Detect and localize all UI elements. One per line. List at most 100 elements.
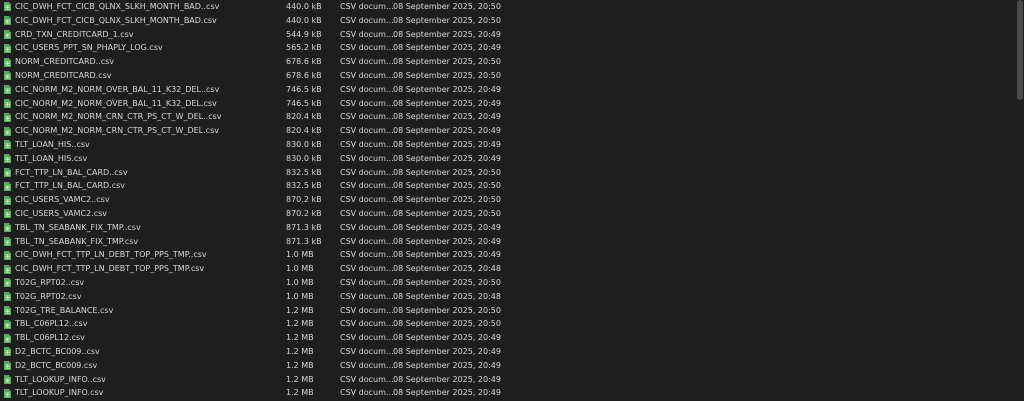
file-type: CSV docum… [340, 319, 393, 329]
file-row[interactable]: TLT_LOOKUP_INFO.csv 1.2 MB CSV docum… 08… [0, 386, 1014, 400]
spreadsheet-file-icon [4, 236, 11, 246]
file-modified: 08 September 2025, 20:50 [393, 195, 501, 205]
file-type: CSV docum… [340, 29, 393, 39]
file-name: FCT_TTP_LN_BAL_CARD.csv [15, 181, 126, 191]
file-type: CSV docum… [340, 360, 393, 370]
file-size: 1.0 MB [286, 291, 314, 301]
file-row[interactable]: TLT_LOAN_HIS..csv 830.0 kB CSV docum… 08… [0, 138, 1014, 152]
file-row[interactable]: CIC_USERS_PPT_SN_PHAPLY_LOG.csv 565.2 kB… [0, 41, 1014, 55]
file-modified: 08 September 2025, 20:49 [393, 250, 501, 260]
file-modified: 08 September 2025, 20:50 [393, 181, 501, 191]
file-row[interactable]: TLT_LOOKUP_INFO..csv 1.2 MB CSV docum… 0… [0, 373, 1014, 387]
file-row[interactable]: FCT_TTP_LN_BAL_CARD.csv 832.5 kB CSV doc… [0, 179, 1014, 193]
file-type: CSV docum… [340, 15, 393, 25]
file-type: CSV docum… [340, 374, 393, 384]
file-size: 544.9 kB [286, 29, 322, 39]
file-size: 1.2 MB [286, 388, 314, 398]
file-modified: 08 September 2025, 20:49 [393, 112, 501, 122]
file-modified: 08 September 2025, 20:50 [393, 319, 501, 329]
file-modified: 08 September 2025, 20:49 [393, 374, 501, 384]
file-row[interactable]: CIC_NORM_M2_NORM_OVER_BAL_11_K32_DEL.csv… [0, 97, 1014, 111]
file-type: CSV docum… [340, 333, 393, 343]
file-size: 1.2 MB [286, 374, 314, 384]
file-size: 440.0 kB [286, 2, 322, 11]
spreadsheet-file-icon [4, 209, 11, 219]
spreadsheet-file-icon [4, 43, 11, 53]
file-name: TLT_LOAN_HIS..csv [15, 139, 90, 149]
file-modified: 08 September 2025, 20:49 [393, 153, 501, 163]
file-row[interactable]: CIC_USERS_VAMC2..csv 870.2 kB CSV docum…… [0, 193, 1014, 207]
file-row[interactable]: D2_BCTC_BC009.csv 1.2 MB CSV docum… 08 S… [0, 359, 1014, 373]
file-type: CSV docum… [340, 305, 393, 315]
file-size: 832.5 kB [286, 167, 322, 177]
file-name: T02G_RPT02..csv [15, 277, 85, 287]
file-name: TBL_TN_SEABANK_FIX_TMP.csv [15, 236, 139, 246]
file-row[interactable]: D2_BCTC_BC009..csv 1.2 MB CSV docum… 08 … [0, 345, 1014, 359]
file-row[interactable]: TBL_TN_SEABANK_FIX_TMP.csv 871.3 kB CSV … [0, 235, 1014, 249]
file-row[interactable]: T02G_RPT02..csv 1.0 MB CSV docum… 08 Sep… [0, 276, 1014, 290]
file-name: CIC_USERS_VAMC2..csv [15, 195, 110, 205]
file-row[interactable]: FCT_TTP_LN_BAL_CARD..csv 832.5 kB CSV do… [0, 166, 1014, 180]
file-modified: 08 September 2025, 20:49 [393, 126, 501, 136]
file-type: CSV docum… [340, 139, 393, 149]
file-modified: 08 September 2025, 20:49 [393, 98, 501, 108]
file-row[interactable]: T02G_TRE_BALANCE.csv 1.2 MB CSV docum… 0… [0, 304, 1014, 318]
vertical-scrollbar[interactable] [1016, 0, 1024, 401]
file-row[interactable]: NORM_CREDITCARD.csv 678.6 kB CSV docum… … [0, 69, 1014, 83]
file-modified: 08 September 2025, 20:49 [393, 236, 501, 246]
file-type: CSV docum… [340, 181, 393, 191]
file-type: CSV docum… [340, 70, 393, 80]
file-name: TBL_TN_SEABANK_FIX_TMP..csv [15, 222, 141, 232]
file-type: CSV docum… [340, 84, 393, 94]
file-type: CSV docum… [340, 195, 393, 205]
file-list-view: CIC_DWH_FCT_CICB_QLNX_SLKH_MONTH_BAD..cs… [0, 0, 1024, 401]
file-size: 1.0 MB [286, 250, 314, 260]
file-size: 1.2 MB [286, 305, 314, 315]
file-modified: 08 September 2025, 20:50 [393, 2, 501, 11]
file-name: CIC_NORM_M2_NORM_CRN_CTR_PS_CT_W_DEL..cs… [15, 112, 222, 122]
file-name: TLT_LOAN_HIS.csv [15, 153, 88, 163]
file-name: CIC_NORM_M2_NORM_OVER_BAL_11_K32_DEL..cs… [15, 84, 220, 94]
spreadsheet-file-icon [4, 305, 11, 315]
file-row[interactable]: CIC_DWH_FCT_TTP_LN_DEBT_TOP_PPS_TMP..csv… [0, 248, 1014, 262]
file-type: CSV docum… [340, 222, 393, 232]
file-modified: 08 September 2025, 20:50 [393, 70, 501, 80]
file-size: 1.2 MB [286, 333, 314, 343]
file-name: CIC_DWH_FCT_CICB_QLNX_SLKH_MONTH_BAD.csv [15, 15, 217, 25]
file-row[interactable]: CRD_TXN_CREDITCARD_1.csv 544.9 kB CSV do… [0, 28, 1014, 42]
scrollbar-thumb[interactable] [1017, 0, 1023, 100]
file-row[interactable]: CIC_DWH_FCT_CICB_QLNX_SLKH_MONTH_BAD..cs… [0, 0, 1014, 14]
file-row[interactable]: T02G_RPT02.csv 1.0 MB CSV docum… 08 Sept… [0, 290, 1014, 304]
spreadsheet-file-icon [4, 85, 11, 95]
file-row[interactable]: TLT_LOAN_HIS.csv 830.0 kB CSV docum… 08 … [0, 152, 1014, 166]
file-name: TBL_C06PL12..csv [15, 319, 88, 329]
file-type: CSV docum… [340, 112, 393, 122]
file-row[interactable]: CIC_NORM_M2_NORM_CRN_CTR_PS_CT_W_DEL.csv… [0, 124, 1014, 138]
file-name: CIC_NORM_M2_NORM_OVER_BAL_11_K32_DEL.csv [15, 98, 217, 108]
file-row[interactable]: CIC_DWH_FCT_TTP_LN_DEBT_TOP_PPS_TMP.csv … [0, 262, 1014, 276]
spreadsheet-file-icon [4, 347, 11, 357]
file-rows: CIC_DWH_FCT_CICB_QLNX_SLKH_MONTH_BAD..cs… [0, 0, 1014, 400]
file-row[interactable]: CIC_NORM_M2_NORM_CRN_CTR_PS_CT_W_DEL..cs… [0, 110, 1014, 124]
file-row[interactable]: TBL_C06PL12..csv 1.2 MB CSV docum… 08 Se… [0, 317, 1014, 331]
spreadsheet-file-icon [4, 250, 11, 260]
file-row[interactable]: CIC_NORM_M2_NORM_OVER_BAL_11_K32_DEL..cs… [0, 83, 1014, 97]
spreadsheet-file-icon [4, 167, 11, 177]
file-size: 830.0 kB [286, 153, 322, 163]
spreadsheet-file-icon [4, 181, 11, 191]
spreadsheet-file-icon [4, 388, 11, 398]
spreadsheet-file-icon [4, 126, 11, 136]
spreadsheet-file-icon [4, 223, 11, 233]
file-modified: 08 September 2025, 20:49 [393, 360, 501, 370]
file-row[interactable]: CIC_USERS_VAMC2.csv 870.2 kB CSV docum… … [0, 207, 1014, 221]
file-name: CIC_DWH_FCT_TTP_LN_DEBT_TOP_PPS_TMP.csv [15, 264, 205, 274]
file-modified: 08 September 2025, 20:49 [393, 346, 501, 356]
file-row[interactable]: TBL_C06PL12.csv 1.2 MB CSV docum… 08 Sep… [0, 331, 1014, 345]
file-row[interactable]: CIC_DWH_FCT_CICB_QLNX_SLKH_MONTH_BAD.csv… [0, 14, 1014, 28]
file-row[interactable]: TBL_TN_SEABANK_FIX_TMP..csv 871.3 kB CSV… [0, 221, 1014, 235]
file-row[interactable]: NORM_CREDITCARD..csv 678.6 kB CSV docum…… [0, 55, 1014, 69]
file-name: NORM_CREDITCARD..csv [15, 57, 115, 67]
file-modified: 08 September 2025, 20:50 [393, 57, 501, 67]
file-modified: 08 September 2025, 20:50 [393, 305, 501, 315]
file-name: D2_BCTC_BC009..csv [15, 346, 100, 356]
